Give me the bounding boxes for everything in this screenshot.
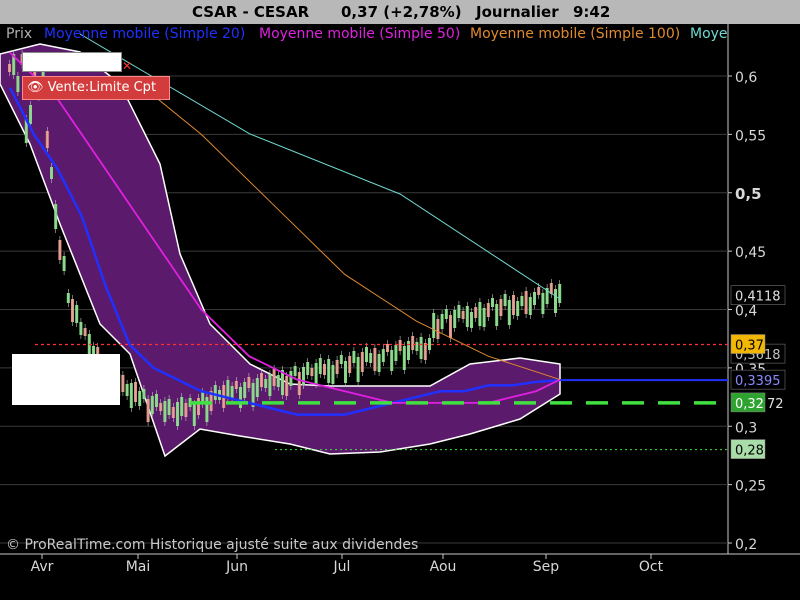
period-label[interactable]: Journalier: [476, 3, 559, 21]
y-tick-label: 0,6: [735, 70, 757, 86]
sell-order-text: Vente:Limite Cpt: [47, 80, 157, 95]
eye-icon: 👁: [27, 80, 44, 95]
time-label: 9:42: [573, 3, 611, 21]
y-tick-label: 0,45: [735, 245, 766, 261]
sell-order-label[interactable]: 👁 Vente:Limite Cpt: [22, 76, 170, 100]
legend-ma20: Moyenne mobile (Simple 20): [44, 26, 245, 42]
x-tick-label: Avr: [31, 559, 54, 575]
x-tick-label: Sep: [533, 559, 560, 575]
close-icon[interactable]: ✕: [122, 60, 134, 72]
chart-header: CSAR - CESAR 0,37 (+2,78%) Journalier 9:…: [0, 0, 800, 24]
order-quantity-input[interactable]: [22, 52, 122, 72]
price-tag-support: 0,32: [735, 397, 764, 412]
x-tick-label: Oct: [639, 559, 664, 575]
y-tick-label: 0,4: [735, 304, 757, 320]
x-tick-label: Jun: [225, 559, 248, 575]
legend-prix: Prix: [6, 26, 32, 42]
quote-change: 0,37 (+2,78%): [341, 3, 462, 21]
order-panel[interactable]: [12, 354, 120, 405]
x-tick-label: Jul: [333, 559, 351, 575]
price-tag-support-extra: 72: [767, 397, 784, 412]
price-tag-low: 0,28: [735, 444, 764, 459]
legend-ma50: Moyenne mobile (Simple 50): [259, 26, 460, 42]
y-tick-label: 0,2: [735, 537, 757, 553]
symbol-title: CSAR - CESAR: [192, 3, 310, 21]
legend-truncated: Moye: [690, 26, 728, 42]
price-chart[interactable]: 0,20,250,30,350,40,450,50,550,6Avr Mai Jun…: [0, 24, 800, 600]
x-tick-label: Mai: [126, 559, 151, 575]
y-tick-label: 0,55: [735, 128, 766, 144]
price-tag-last: 0,37: [735, 339, 764, 354]
legend-ma100: Moyenne mobile (Simple 100): [470, 26, 680, 42]
price-tag-ma20: 0,3395: [735, 374, 781, 389]
y-tick-label: 0,5: [735, 185, 762, 203]
price-tag-ma100: 0,4118: [735, 290, 781, 305]
y-tick-label: 0,25: [735, 479, 766, 495]
footer-note: © ProRealTime.com Historique ajusté suit…: [6, 537, 418, 553]
x-tick-label: Aou: [430, 559, 457, 575]
y-tick-label: 0,3: [735, 420, 757, 436]
